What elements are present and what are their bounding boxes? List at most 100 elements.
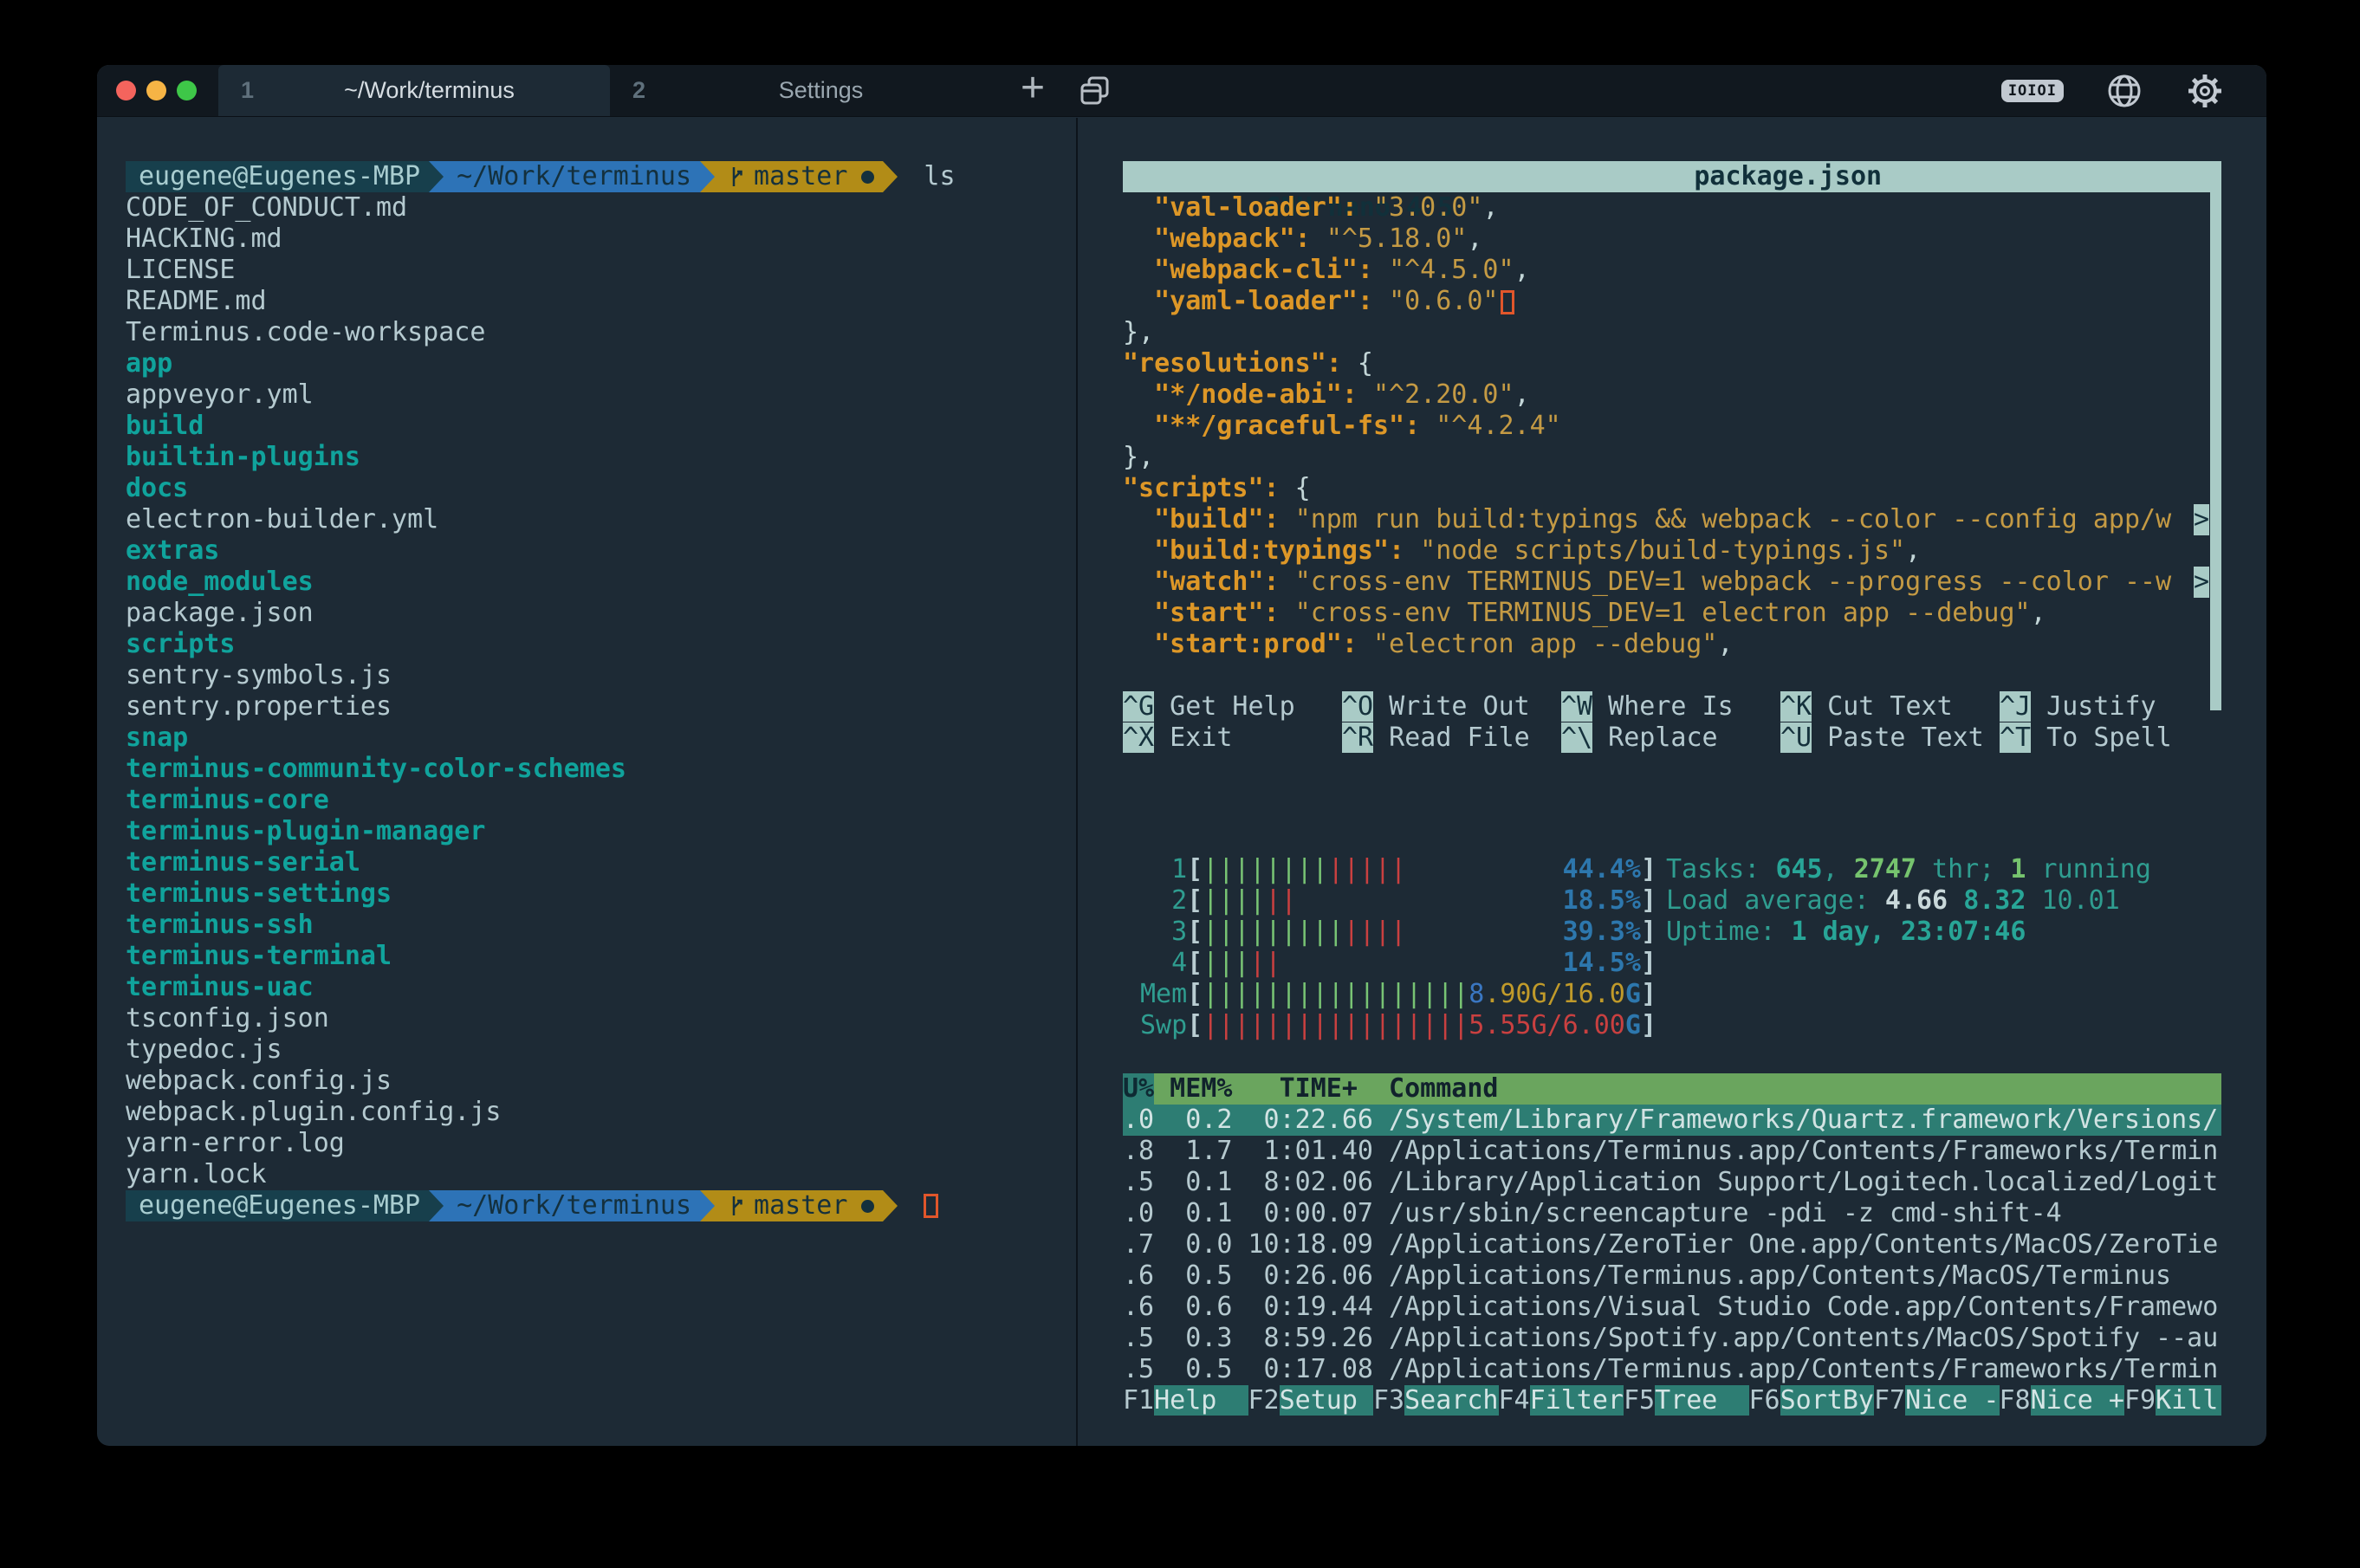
file-entry: README.md bbox=[126, 286, 1076, 317]
fkey-label: Search bbox=[1404, 1385, 1498, 1416]
minimize-window-button[interactable] bbox=[146, 81, 166, 100]
process-row[interactable]: .6 0.6 0:19.44 /Applications/Visual Stud… bbox=[1123, 1292, 2221, 1323]
tab-title: Settings bbox=[663, 77, 979, 104]
meter-bracket: ] bbox=[1641, 1010, 1657, 1041]
htop-fkey-F1[interactable]: F1Help bbox=[1123, 1385, 1248, 1416]
process-row[interactable]: .5 0.5 0:17.08 /Applications/Terminus.ap… bbox=[1123, 1354, 2221, 1385]
process-row[interactable]: .8 1.7 1:01.40 /Applications/Terminus.ap… bbox=[1123, 1136, 2221, 1167]
terminal-pane-left[interactable]: eugene@Eugenes-MBP~/Work/terminusmasterl… bbox=[97, 118, 1076, 1446]
shortcut-label: Get Help bbox=[1154, 691, 1295, 722]
shortcut-label: To Spell bbox=[2031, 722, 2172, 753]
meter-bars: |||| bbox=[1344, 917, 1406, 947]
nano-scrollbar[interactable] bbox=[2210, 192, 2221, 710]
meter-bars: |||||||| bbox=[1203, 854, 1328, 884]
htop-fkey-F9[interactable]: F9Kill bbox=[2124, 1385, 2221, 1416]
nano-shortcut-row: ^X Exit^R Read File^\ Replace^U Paste Te… bbox=[1123, 722, 2221, 754]
fkey-label: Kill bbox=[2156, 1385, 2221, 1416]
htop-fkey-F8[interactable]: F8Nice + bbox=[2000, 1385, 2125, 1416]
fkey-number: F6 bbox=[1749, 1385, 1780, 1416]
htop-stats: Tasks: 645, 2747 thr; 1 runningLoad aver… bbox=[1666, 854, 2151, 948]
fkey-number: F2 bbox=[1248, 1385, 1280, 1416]
file-entry: HACKING.md bbox=[126, 224, 1076, 255]
tab-settings[interactable]: 2 Settings bbox=[610, 65, 1002, 116]
zoom-window-button[interactable] bbox=[177, 81, 197, 100]
meter-label: Mem bbox=[1140, 979, 1187, 1010]
dir-entry: terminus-ssh bbox=[126, 910, 1076, 941]
file-entry: yarn-error.log bbox=[126, 1128, 1076, 1159]
globe-icon[interactable] bbox=[2105, 72, 2143, 110]
dir-entry: snap bbox=[126, 722, 1076, 754]
fkey-label: Setup bbox=[1280, 1385, 1373, 1416]
nano-shortcut: ^T To Spell bbox=[2000, 722, 2219, 754]
file-entry: package.json bbox=[126, 598, 1076, 629]
git-dirty-dot-icon bbox=[861, 171, 874, 184]
duplicate-tab-button[interactable] bbox=[1064, 65, 1126, 116]
fkey-number: F9 bbox=[2124, 1385, 2156, 1416]
new-tab-button[interactable]: + bbox=[1002, 65, 1064, 116]
process-row[interactable]: .5 0.3 8:59.26 /Applications/Spotify.app… bbox=[1123, 1323, 2221, 1354]
shortcut-label: Where Is bbox=[1592, 691, 1734, 722]
meter-2: 2[||||||18.5%] bbox=[1140, 885, 1657, 917]
htop-fkey-F7[interactable]: F7Nice - bbox=[1874, 1385, 2000, 1416]
process-table-header[interactable]: U% MEM% TIME+ Command bbox=[1123, 1073, 2221, 1105]
htop-fkey-F4[interactable]: F4Filter bbox=[1499, 1385, 1624, 1416]
shortcut-key: ^R bbox=[1342, 722, 1373, 753]
shell-prompt-top: eugene@Eugenes-MBP~/Work/terminusmasterl… bbox=[126, 161, 1076, 192]
dir-entry: terminus-settings bbox=[126, 878, 1076, 910]
meter-bars: |||| bbox=[1203, 885, 1265, 916]
tab-work-terminus[interactable]: 1 ~/Work/terminus bbox=[218, 65, 610, 116]
nano-line: "**/graceful-fs": "^4.2.4" bbox=[1123, 411, 2221, 442]
shortcut-label: Paste Text bbox=[1812, 722, 1984, 753]
shell-prompt-bottom: eugene@Eugenes-MBP~/Work/terminusmaster bbox=[126, 1190, 1076, 1221]
process-row[interactable]: .0 0.1 0:00.07 /usr/sbin/screencapture -… bbox=[1123, 1198, 2221, 1229]
stat-line: Tasks: 645, 2747 thr; 1 running bbox=[1666, 854, 2151, 885]
nano-shortcut: ^K Cut Text bbox=[1780, 691, 2000, 722]
sort-column-header[interactable]: U% bbox=[1123, 1073, 1154, 1105]
titlebar-actions: IOIOI bbox=[2001, 65, 2266, 116]
file-entry: electron-builder.yml bbox=[126, 504, 1076, 535]
file-entry: typedoc.js bbox=[126, 1034, 1076, 1066]
fkey-label: Help bbox=[1154, 1385, 1248, 1416]
nano-line: "build": "npm run build:typings && webpa… bbox=[1123, 504, 2221, 535]
meter-bracket: [ bbox=[1187, 1010, 1203, 1041]
process-row[interactable]: .7 0.0 10:18.09 /Applications/ZeroTier O… bbox=[1123, 1229, 2221, 1260]
meter-field: |||||14.5% bbox=[1203, 948, 1641, 979]
htop-fkey-F3[interactable]: F3Search bbox=[1373, 1385, 1499, 1416]
process-row[interactable]: .0 0.2 0:22.66 /System/Library/Framework… bbox=[1123, 1105, 2221, 1136]
nano-editor: GNU nano 4.5 package.json "val-loader": … bbox=[1123, 161, 2221, 754]
nano-line: "watch": "cross-env TERMINUS_DEV=1 webpa… bbox=[1123, 567, 2221, 598]
meter-label: 4 bbox=[1140, 948, 1187, 979]
nano-line: }, bbox=[1123, 442, 2221, 473]
settings-gear-icon[interactable] bbox=[2185, 71, 2225, 111]
meter-value: 8.90G/16.0G bbox=[1469, 979, 1641, 1010]
shortcut-key: ^T bbox=[2000, 722, 2031, 753]
close-window-button[interactable] bbox=[116, 81, 136, 100]
meter-label: Swp bbox=[1140, 1010, 1187, 1041]
htop-fkey-F2[interactable]: F2Setup bbox=[1248, 1385, 1374, 1416]
htop-fkey-F6[interactable]: F6SortBy bbox=[1749, 1385, 1875, 1416]
process-row[interactable]: .6 0.5 0:26.06 /Applications/Terminus.ap… bbox=[1123, 1260, 2221, 1292]
line-overflow-marker: > bbox=[2194, 504, 2209, 535]
nano-shortcut: ^R Read File bbox=[1342, 722, 1561, 754]
meter-bars: ||| bbox=[1203, 948, 1249, 978]
stat-line: Uptime: 1 day, 23:07:46 bbox=[1666, 917, 2151, 948]
htop-fkey-F5[interactable]: F5Tree bbox=[1624, 1385, 1749, 1416]
meter-bars: || bbox=[1265, 885, 1296, 916]
nano-line: "val-loader": "3.0.0", bbox=[1123, 192, 2221, 224]
terminal-pane-right[interactable]: GNU nano 4.5 package.json "val-loader": … bbox=[1078, 118, 2266, 1446]
serial-port-icon[interactable]: IOIOI bbox=[2001, 80, 2064, 102]
process-row[interactable]: .5 0.1 8:02.06 /Library/Application Supp… bbox=[1123, 1167, 2221, 1198]
powerline-arrow bbox=[883, 1190, 898, 1221]
meter-1: 1[|||||||||||||44.4%] bbox=[1140, 854, 1657, 885]
fkey-number: F5 bbox=[1624, 1385, 1655, 1416]
meter-bracket: ] bbox=[1641, 979, 1657, 1010]
ls-output: CODE_OF_CONDUCT.mdHACKING.mdLICENSEREADM… bbox=[126, 192, 1076, 1190]
shortcut-label: Replace bbox=[1592, 722, 1718, 753]
meter-field: ||||||18.5% bbox=[1203, 885, 1641, 917]
fkey-number: F1 bbox=[1123, 1385, 1154, 1416]
htop-summary: 1[|||||||||||||44.4%]2[||||||18.5%]3[|||… bbox=[1123, 854, 2266, 1041]
nano-line: "build:typings": "node scripts/build-typ… bbox=[1123, 535, 2221, 567]
file-entry: Terminus.code-workspace bbox=[126, 317, 1076, 348]
meter-field: |||||||||||||44.4% bbox=[1203, 854, 1641, 885]
shortcut-label: Cut Text bbox=[1812, 691, 1953, 722]
